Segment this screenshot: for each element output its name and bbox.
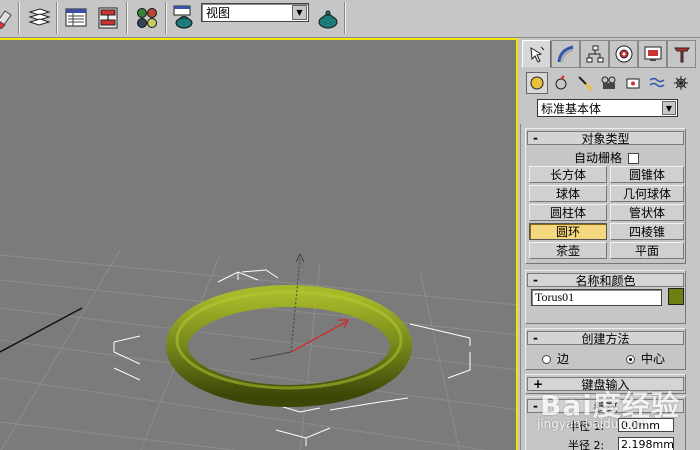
collapse-icon: -	[533, 399, 538, 413]
main-toolbar: 视图 ▼	[0, 0, 700, 38]
toolbar-separator	[126, 2, 128, 34]
keyboard-entry-title: 键盘输入	[581, 377, 630, 392]
quick-render-icon[interactable]	[314, 4, 342, 32]
display-tab[interactable]	[638, 40, 667, 68]
layers-icon[interactable]	[25, 4, 53, 32]
view-dropdown-value: 视图	[206, 6, 231, 20]
object-name-field[interactable]: Torus01	[531, 289, 662, 306]
cameras-icon[interactable]	[598, 72, 620, 94]
sphere-button[interactable]: 球体	[529, 185, 607, 202]
chevron-down-icon[interactable]: ▼	[662, 101, 676, 115]
object-type-rollout-header[interactable]: - 对象类型	[527, 131, 684, 146]
edge-radio-option[interactable]: 边	[542, 350, 569, 367]
name-color-rollout-header[interactable]: - 名称和颜色	[527, 273, 684, 288]
helpers-icon[interactable]	[622, 72, 644, 94]
chevron-down-icon[interactable]: ▼	[292, 5, 307, 20]
name-color-title: 名称和颜色	[575, 273, 636, 288]
viewport-scene	[0, 249, 516, 450]
toolbar-separator	[165, 2, 167, 34]
center-radio[interactable]	[626, 355, 635, 364]
material-editor-icon[interactable]	[133, 4, 161, 32]
parameters-title: 参数	[593, 399, 618, 414]
radius1-label: 半径 1:	[568, 420, 605, 433]
geosphere-button[interactable]: 几何球体	[610, 185, 684, 202]
radius2-label: 半径 2:	[568, 439, 605, 450]
object-type-title: 对象类型	[581, 131, 630, 146]
home-grid	[0, 249, 516, 450]
collapse-icon: -	[533, 273, 538, 287]
primitive-category-dropdown[interactable]: 标准基本体 ▼	[537, 99, 678, 117]
box-button[interactable]: 长方体	[529, 166, 607, 183]
lights-icon[interactable]	[574, 72, 596, 94]
space-warps-icon[interactable]	[646, 72, 668, 94]
name-color-rollout: - 名称和颜色 Torus01	[525, 270, 686, 324]
pyramid-button[interactable]: 四棱锥	[610, 223, 684, 240]
creation-method-title: 创建方法	[581, 331, 630, 346]
expand-icon: +	[533, 377, 544, 391]
autogrid-row[interactable]: 自动栅格	[574, 149, 640, 166]
autogrid-checkbox[interactable]	[628, 153, 640, 164]
curve-editor-icon[interactable]	[94, 4, 122, 32]
shapes-icon[interactable]	[550, 72, 572, 94]
create-tab[interactable]	[522, 40, 551, 68]
creation-method-rollout-header[interactable]: - 创建方法	[527, 331, 684, 346]
autogrid-label: 自动栅格	[574, 151, 623, 165]
object-color-swatch[interactable]	[668, 288, 684, 305]
view-dropdown[interactable]: 视图 ▼	[201, 3, 309, 22]
torus-button[interactable]: 圆环	[529, 223, 607, 240]
center-radio-option[interactable]: 中心	[626, 350, 665, 367]
systems-icon[interactable]	[670, 72, 692, 94]
toolbar-separator	[18, 2, 20, 34]
schematic-view-icon[interactable]	[62, 4, 90, 32]
keyboard-entry-rollout-header[interactable]: + 键盘输入	[527, 377, 684, 392]
motion-tab[interactable]	[609, 40, 638, 68]
creation-method-rollout: - 创建方法 边 中心	[525, 328, 686, 370]
eraser-icon[interactable]	[0, 4, 16, 32]
hierarchy-tab[interactable]	[580, 40, 609, 68]
command-panel: 标准基本体 ▼ - 对象类型 自动栅格 长方体 圆锥体 球体 几何球体 圆柱体 …	[518, 38, 700, 450]
geometry-icon[interactable]	[526, 72, 548, 94]
plane-button[interactable]: 平面	[610, 242, 684, 259]
primitive-category-value: 标准基本体	[541, 101, 602, 116]
toolbar-separator	[56, 2, 58, 34]
tube-button[interactable]: 管状体	[610, 204, 684, 221]
teapot-button[interactable]: 茶壶	[529, 242, 607, 259]
cylinder-button[interactable]: 圆柱体	[529, 204, 607, 221]
perspective-viewport[interactable]	[0, 38, 518, 450]
render-scene-icon[interactable]	[170, 4, 198, 32]
collapse-icon: -	[533, 331, 538, 345]
toolbar-separator	[344, 2, 346, 34]
panel-scroll-rail[interactable]	[520, 124, 523, 450]
parameters-rollout: - 参数 半径 1: 0.0mm 半径 2: 2.198mm	[525, 396, 686, 450]
modify-tab[interactable]	[551, 40, 580, 68]
parameters-rollout-header[interactable]: - 参数	[527, 399, 684, 414]
create-category-tabs	[522, 70, 698, 96]
center-radio-label: 中心	[641, 352, 666, 366]
command-panel-tabs	[522, 40, 698, 70]
keyboard-entry-rollout: + 键盘输入	[525, 374, 686, 394]
radius1-field[interactable]: 0.0mm	[618, 418, 674, 432]
collapse-icon: -	[533, 131, 538, 145]
edge-radio[interactable]	[542, 355, 551, 364]
object-type-rollout: - 对象类型 自动栅格 长方体 圆锥体 球体 几何球体 圆柱体 管状体 圆环 四…	[525, 128, 686, 264]
utilities-tab[interactable]	[667, 40, 696, 68]
cone-button[interactable]: 圆锥体	[610, 166, 684, 183]
edge-radio-label: 边	[557, 352, 570, 366]
radius2-field[interactable]: 2.198mm	[618, 437, 674, 450]
